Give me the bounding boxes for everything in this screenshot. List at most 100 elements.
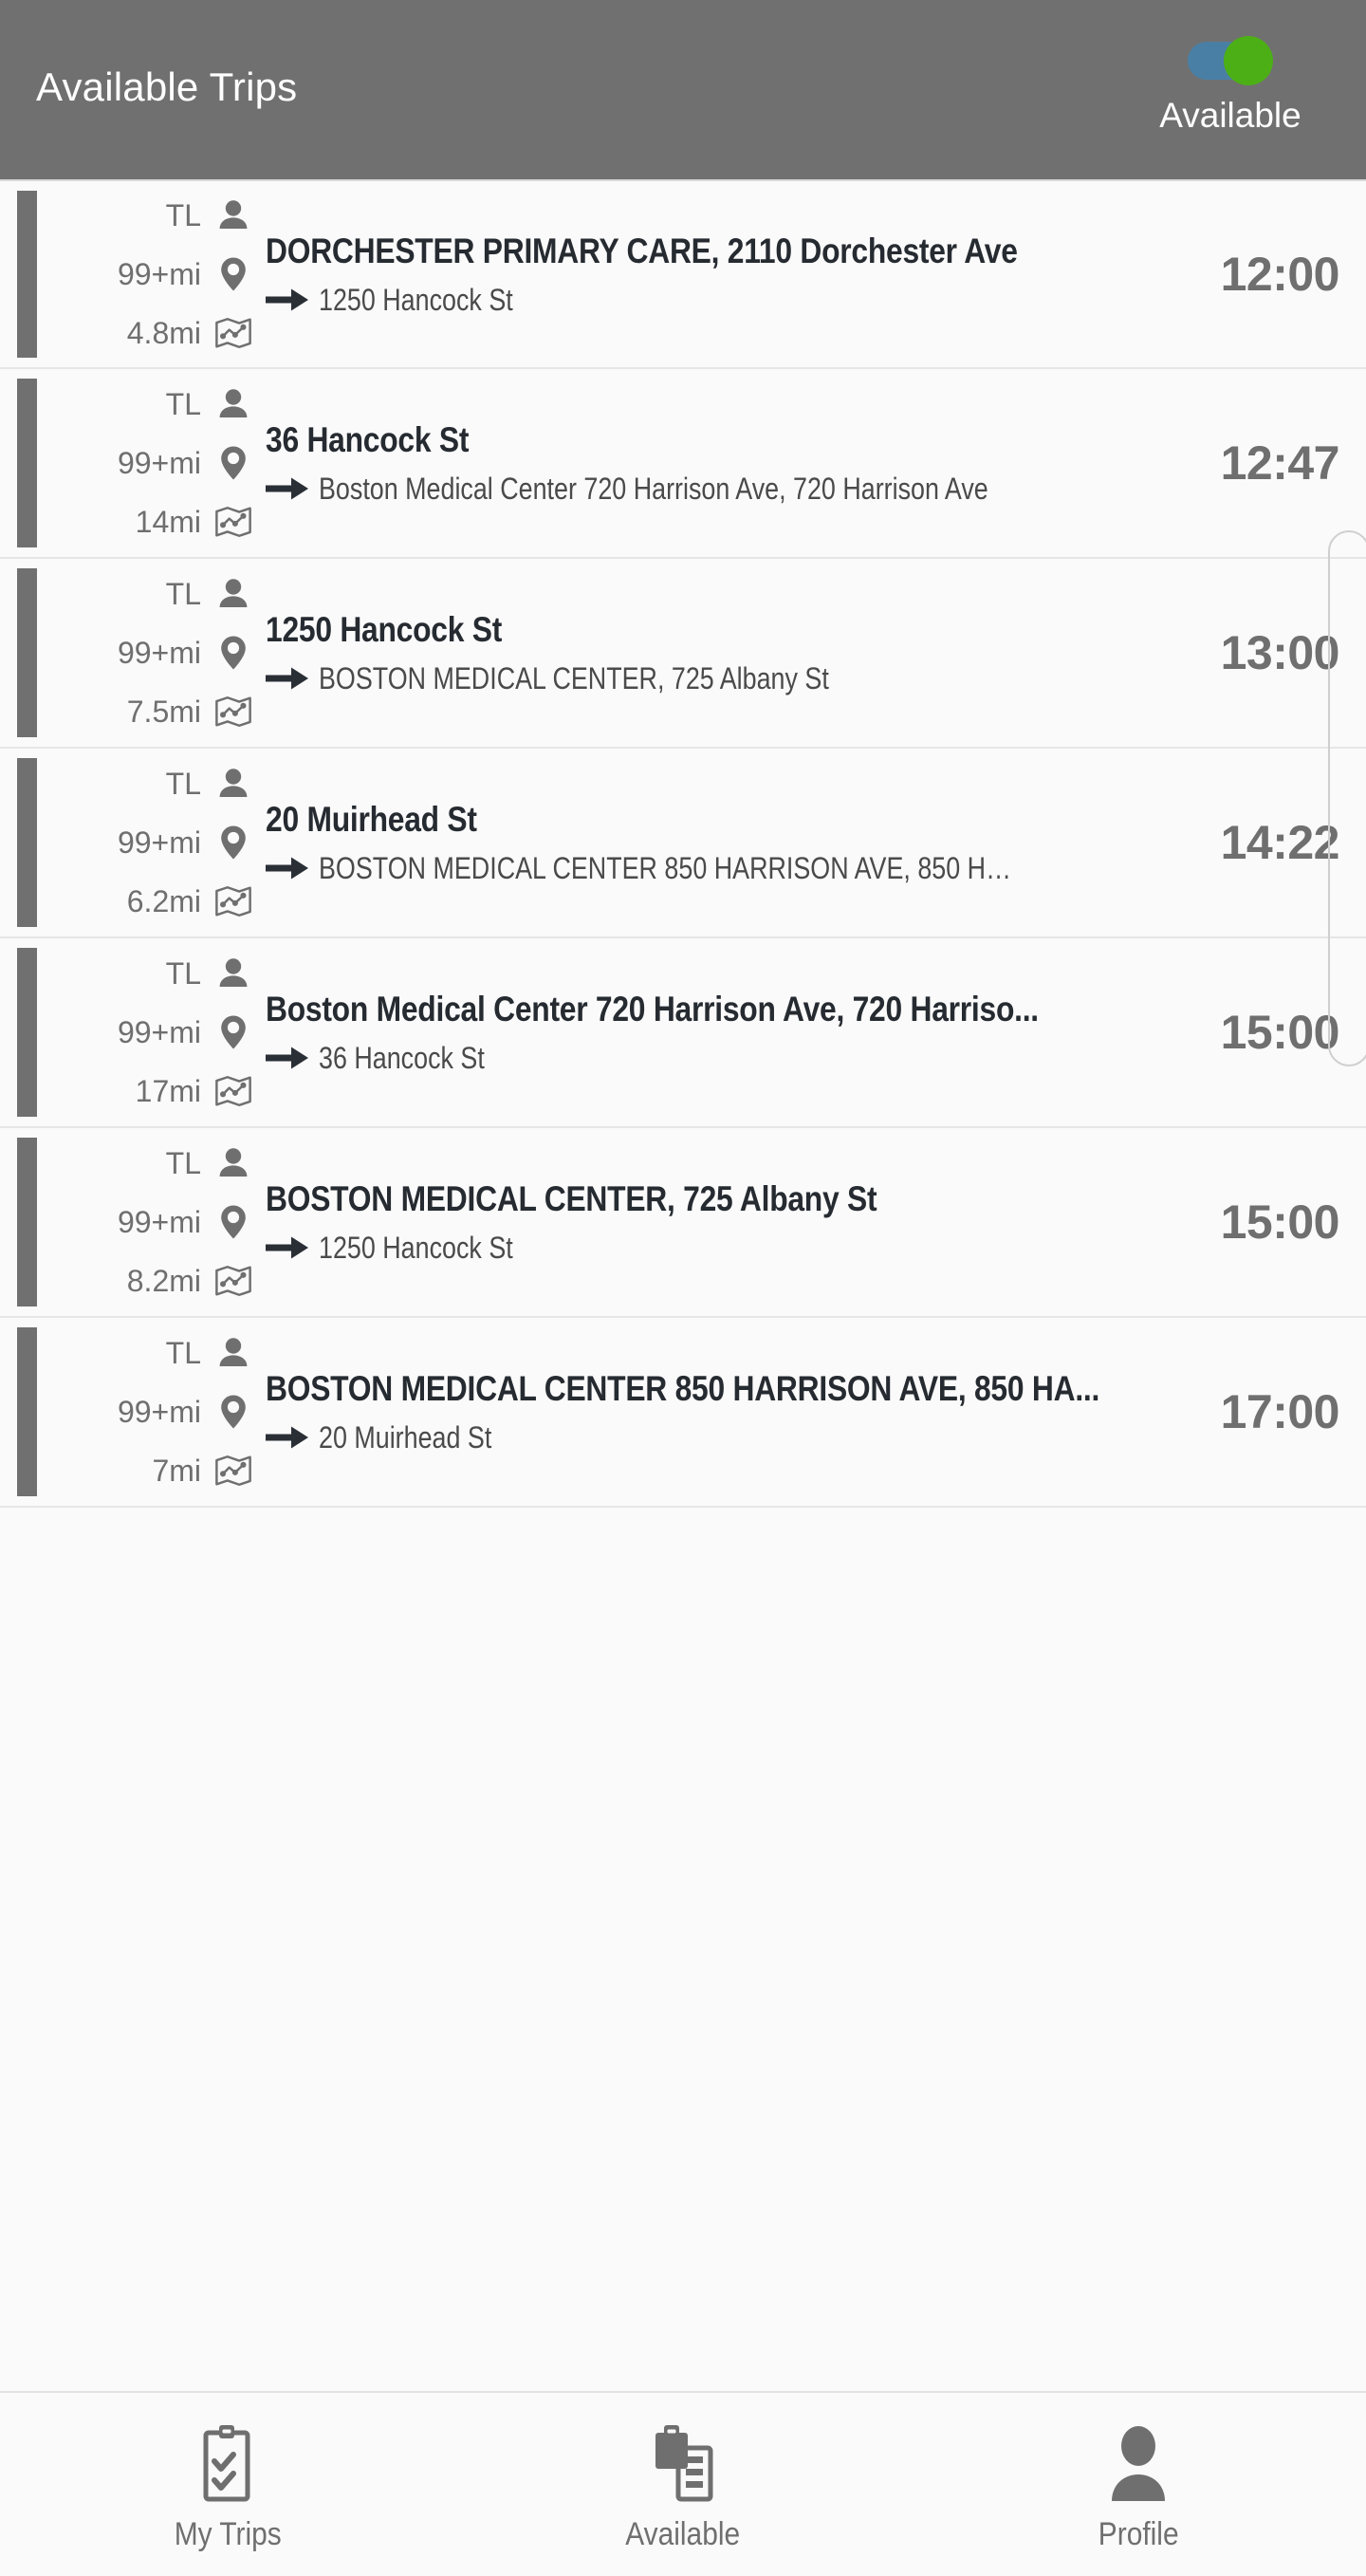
map-route-icon [214,1262,252,1300]
trip-time: 17:00 [1220,1385,1340,1438]
trip-dropoff-row: 36 Hancock St [266,1039,1157,1077]
trip-dropoff-location: 36 Hancock St [319,1041,485,1075]
nav-item-my-trips[interactable]: My Trips [0,2393,455,2576]
trip-details: Boston Medical Center 720 Harrison Ave, … [266,938,1167,1126]
map-route-icon [214,1072,252,1110]
trip-dropoff-row: 20 Muirhead St [266,1418,1157,1456]
location-pin-icon [214,1203,252,1241]
nav-item-available[interactable]: Available [455,2393,911,2576]
arrow-right-icon [266,1042,319,1074]
app-header: Available Trips Available [0,0,1366,179]
trip-tag: TL [165,1146,201,1180]
trip-pickup-location: 20 Muirhead St [266,800,477,839]
nav-item-label: Available [625,2515,741,2552]
trip-distance-line: 8.2mi [46,1251,266,1310]
person-icon [1109,2423,1168,2503]
trip-meta-column: TL 99+mi 7.5mi [0,559,266,747]
trip-distance-away: 99+mi [117,636,201,670]
trip-dropoff-location: BOSTON MEDICAL CENTER 850 HARRISON AVE, … [319,851,1024,885]
location-pin-icon [214,255,252,293]
trip-details: DORCHESTER PRIMARY CARE, 2110 Dorchester… [266,181,1167,367]
trip-distance-line: 7mi [46,1441,266,1500]
trip-meta-column: TL 99+mi 4.8mi [0,181,266,367]
trip-pickup-location: Boston Medical Center 720 Harrison Ave, … [266,990,1039,1029]
availability-toggle[interactable]: Available [1131,36,1330,155]
trip-meta-column: TL 99+mi 6.2mi [0,749,266,936]
trip-tag-line: TL [46,565,266,623]
trip-row[interactable]: TL 99+mi 17mi Boston Medical Center 720 Har… [0,938,1366,1128]
trip-row[interactable]: TL 99+mi 4.8mi DORCHESTER PRIMARY CARE, 211… [0,179,1366,369]
trip-distance: 7.5mi [126,695,201,729]
trip-distance: 8.2mi [126,1264,201,1298]
trip-distance-line: 4.8mi [46,304,266,362]
list-empty-area [0,1508,1366,2378]
map-route-icon [214,1452,252,1490]
trip-tag-line: TL [46,186,266,245]
trip-distance-away-line: 99+mi [46,1382,266,1441]
trip-distance-line: 6.2mi [46,872,266,931]
map-route-icon [214,503,252,541]
trip-distance-line: 17mi [46,1062,266,1121]
trip-dropoff-row: 1250 Hancock St [266,281,1157,319]
arrow-right-icon [266,852,319,884]
trip-dropoff-row: BOSTON MEDICAL CENTER 850 HARRISON AVE, … [266,849,1157,887]
trip-distance: 14mi [135,505,201,539]
trip-list[interactable]: TL 99+mi 4.8mi DORCHESTER PRIMARY CARE, 211… [0,179,1366,1508]
trip-dropoff-location: 1250 Hancock St [319,1231,513,1265]
trip-row[interactable]: TL 99+mi 6.2mi 20 Muirhead St BOSTON MEDICAL… [0,749,1366,938]
trip-tag: TL [165,198,201,232]
nav-item-label: My Trips [174,2515,282,2552]
trip-row[interactable]: TL 99+mi 7mi BOSTON MEDICAL CENTER 850 HARR… [0,1318,1366,1508]
trip-distance-away: 99+mi [117,825,201,860]
trip-pickup-location: 36 Hancock St [266,420,470,459]
trip-row[interactable]: TL 99+mi 7.5mi 1250 Hancock St BOSTON MEDICA… [0,559,1366,749]
trip-distance: 6.2mi [126,884,201,918]
trip-distance-away-line: 99+mi [46,434,266,492]
trip-pickup-location: 1250 Hancock St [266,610,503,649]
person-small-icon [214,385,252,423]
trip-distance-away: 99+mi [117,1205,201,1239]
location-pin-icon [214,444,252,482]
bottom-navigation-bar[interactable]: My Trips Available Profile [0,2391,1366,2576]
trip-details: BOSTON MEDICAL CENTER, 725 Albany St 1250… [266,1128,1167,1316]
arrow-right-icon [266,1421,319,1454]
trip-time: 15:00 [1220,1006,1340,1059]
trip-distance: 17mi [135,1074,201,1108]
trip-time: 14:22 [1220,816,1340,869]
trip-time: 12:00 [1220,248,1340,301]
availability-switch[interactable] [1188,36,1273,85]
trip-tag: TL [165,1336,201,1370]
nav-item-profile[interactable]: Profile [911,2393,1366,2576]
trip-tag: TL [165,577,201,611]
trip-dropoff-row: Boston Medical Center 720 Harrison Ave, … [266,470,1157,508]
map-route-icon [214,693,252,731]
trip-pickup-location: BOSTON MEDICAL CENTER, 725 Albany St [266,1179,877,1218]
trip-tag-line: TL [46,375,266,434]
trip-distance-line: 7.5mi [46,682,266,741]
clipboard-check-icon [198,2423,257,2503]
trip-details: 1250 Hancock St BOSTON MEDICAL CENTER, 72… [266,559,1167,747]
location-pin-icon [214,1393,252,1431]
trip-distance-away-line: 99+mi [46,813,266,872]
trip-time: 13:00 [1220,626,1340,679]
trip-row[interactable]: TL 99+mi 8.2mi BOSTON MEDICAL CENTER, 725 A… [0,1128,1366,1318]
trip-details: 36 Hancock St Boston Medical Center 720 H… [266,369,1167,557]
map-route-icon [214,314,252,352]
trip-dropoff-location: 1250 Hancock St [319,283,513,317]
trip-distance-away: 99+mi [117,1015,201,1049]
trip-row[interactable]: TL 99+mi 14mi 36 Hancock St Boston Medical C… [0,369,1366,559]
trip-distance-away-line: 99+mi [46,623,266,682]
person-small-icon [214,765,252,803]
trip-meta-column: TL 99+mi 7mi [0,1318,266,1506]
trip-distance-away: 99+mi [117,446,201,480]
trip-tag-line: TL [46,1134,266,1193]
trip-time: 12:47 [1220,436,1340,490]
trip-distance-away: 99+mi [117,257,201,291]
toggle-thumb[interactable] [1224,36,1273,85]
trip-dropoff-row: 1250 Hancock St [266,1229,1157,1267]
trip-meta-column: TL 99+mi 14mi [0,369,266,557]
trip-details: 20 Muirhead St BOSTON MEDICAL CENTER 850 … [266,749,1167,936]
arrow-right-icon [266,662,319,695]
trip-pickup-location: BOSTON MEDICAL CENTER 850 HARRISON AVE, … [266,1369,1100,1408]
trip-tag: TL [165,767,201,801]
